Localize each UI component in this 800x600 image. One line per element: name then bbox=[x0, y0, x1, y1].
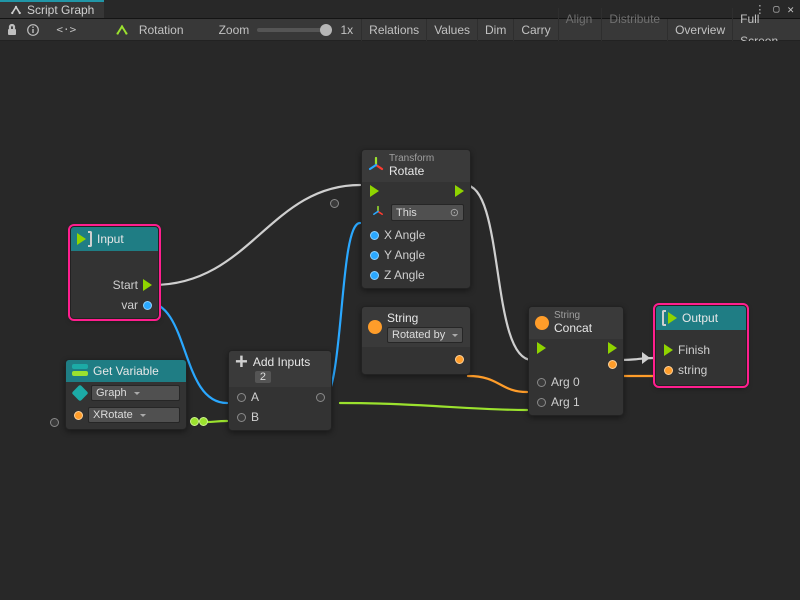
flow-in-port[interactable] bbox=[664, 344, 673, 356]
input-count: 2 bbox=[255, 371, 271, 383]
node-header[interactable]: String Rotated by bbox=[362, 307, 470, 347]
node-output[interactable]: Output Finish string bbox=[655, 305, 747, 386]
input-icon bbox=[77, 231, 92, 247]
node-title: String bbox=[387, 311, 418, 325]
string-icon bbox=[368, 320, 382, 334]
node-transform-rotate[interactable]: Transform Rotate This X Angle Y Angle Z … bbox=[361, 149, 471, 289]
node-title: Concat bbox=[554, 321, 592, 335]
dim-button[interactable]: Dim bbox=[477, 19, 513, 41]
zoom-label: Zoom bbox=[215, 23, 254, 37]
port-label: Arg 0 bbox=[551, 375, 580, 389]
node-header[interactable]: Input bbox=[71, 227, 158, 251]
string-icon bbox=[535, 316, 549, 330]
node-kicker: String bbox=[554, 311, 592, 321]
port-label: Y Angle bbox=[384, 248, 425, 262]
port-label: string bbox=[678, 363, 707, 377]
lock-icon[interactable] bbox=[4, 21, 21, 39]
open-port[interactable] bbox=[50, 418, 59, 427]
rotate-icon bbox=[372, 206, 383, 219]
graph-canvas[interactable]: Input Start var Get Variable Graph XRota… bbox=[0, 41, 800, 600]
rotate-icon bbox=[368, 157, 384, 176]
data-in-port[interactable] bbox=[237, 413, 246, 422]
flow-out-port[interactable] bbox=[455, 185, 464, 197]
node-add-inputs[interactable]: + Add Inputs 2 A B bbox=[228, 350, 332, 431]
port-label: Z Angle bbox=[384, 268, 425, 282]
data-in-port[interactable] bbox=[74, 411, 83, 420]
code-icon[interactable]: <·> bbox=[57, 21, 75, 39]
node-title: Input bbox=[97, 232, 124, 246]
flow-in-port[interactable] bbox=[537, 342, 546, 354]
values-button[interactable]: Values bbox=[426, 19, 477, 41]
data-out-port[interactable] bbox=[316, 393, 325, 402]
info-icon[interactable] bbox=[25, 21, 42, 39]
string-value[interactable]: Rotated by bbox=[387, 327, 463, 343]
data-in-port[interactable] bbox=[537, 378, 546, 387]
port-label: A bbox=[251, 390, 259, 404]
data-out-port[interactable] bbox=[608, 360, 617, 369]
flow-in-port[interactable] bbox=[370, 185, 379, 197]
port-label: Start bbox=[113, 278, 138, 292]
data-in-port[interactable] bbox=[537, 398, 546, 407]
port-label: X Angle bbox=[384, 228, 425, 242]
node-title: Rotate bbox=[389, 164, 424, 178]
flow-out-port[interactable] bbox=[608, 342, 617, 354]
output-icon bbox=[662, 310, 677, 326]
port-label: Arg 1 bbox=[551, 395, 580, 409]
scope-select[interactable]: Graph bbox=[91, 385, 180, 401]
overview-button[interactable]: Overview bbox=[667, 19, 732, 41]
data-in-port[interactable] bbox=[237, 393, 246, 402]
target-select[interactable]: This bbox=[391, 204, 464, 221]
node-get-variable[interactable]: Get Variable Graph XRotate bbox=[65, 359, 187, 430]
node-title: Add Inputs bbox=[253, 355, 310, 369]
node-header[interactable]: String Concat bbox=[529, 307, 623, 339]
port-label: Finish bbox=[678, 343, 710, 357]
zoom-slider[interactable] bbox=[257, 28, 332, 32]
tab-script-graph[interactable]: Script Graph bbox=[0, 0, 104, 18]
variable-select[interactable]: XRotate bbox=[88, 407, 180, 423]
data-in-port[interactable] bbox=[664, 366, 673, 375]
port-label: B bbox=[251, 410, 259, 424]
graph-icon bbox=[10, 4, 22, 16]
node-title: Output bbox=[682, 311, 718, 325]
node-input[interactable]: Input Start var bbox=[70, 226, 159, 319]
open-port[interactable] bbox=[330, 199, 339, 208]
node-title: Get Variable bbox=[93, 364, 159, 378]
tab-title: Script Graph bbox=[27, 3, 94, 17]
node-header[interactable]: Output bbox=[656, 306, 746, 330]
toolbar: <·> Rotation Zoom 1x Relations Values Di… bbox=[0, 19, 800, 41]
node-header[interactable]: Transform Rotate bbox=[362, 150, 470, 182]
node-kicker: Transform bbox=[389, 154, 434, 164]
flow-arrowhead bbox=[642, 352, 650, 364]
mode-label[interactable]: Rotation bbox=[135, 23, 188, 37]
data-out-port[interactable] bbox=[190, 417, 199, 426]
node-header[interactable]: Get Variable bbox=[66, 360, 186, 382]
data-out-port[interactable] bbox=[143, 301, 152, 310]
data-in-port[interactable] bbox=[370, 271, 379, 280]
port-label: var bbox=[121, 298, 138, 312]
data-out-port[interactable] bbox=[455, 355, 464, 364]
data-in-port[interactable] bbox=[370, 251, 379, 260]
graph-mode-icon[interactable] bbox=[114, 21, 131, 39]
node-string[interactable]: String Rotated by bbox=[361, 306, 471, 375]
node-header[interactable]: + Add Inputs 2 bbox=[229, 351, 331, 387]
carry-button[interactable]: Carry bbox=[513, 19, 557, 41]
flow-out-port[interactable] bbox=[143, 279, 152, 291]
node-string-concat[interactable]: String Concat Arg 0 Arg 1 bbox=[528, 306, 624, 416]
relations-button[interactable]: Relations bbox=[361, 19, 426, 41]
scope-icon bbox=[72, 385, 89, 402]
data-in-port[interactable] bbox=[370, 231, 379, 240]
plus-icon: + bbox=[235, 355, 248, 369]
data-out-port[interactable] bbox=[199, 417, 208, 426]
variable-icon bbox=[72, 364, 88, 378]
zoom-value: 1x bbox=[336, 23, 357, 37]
